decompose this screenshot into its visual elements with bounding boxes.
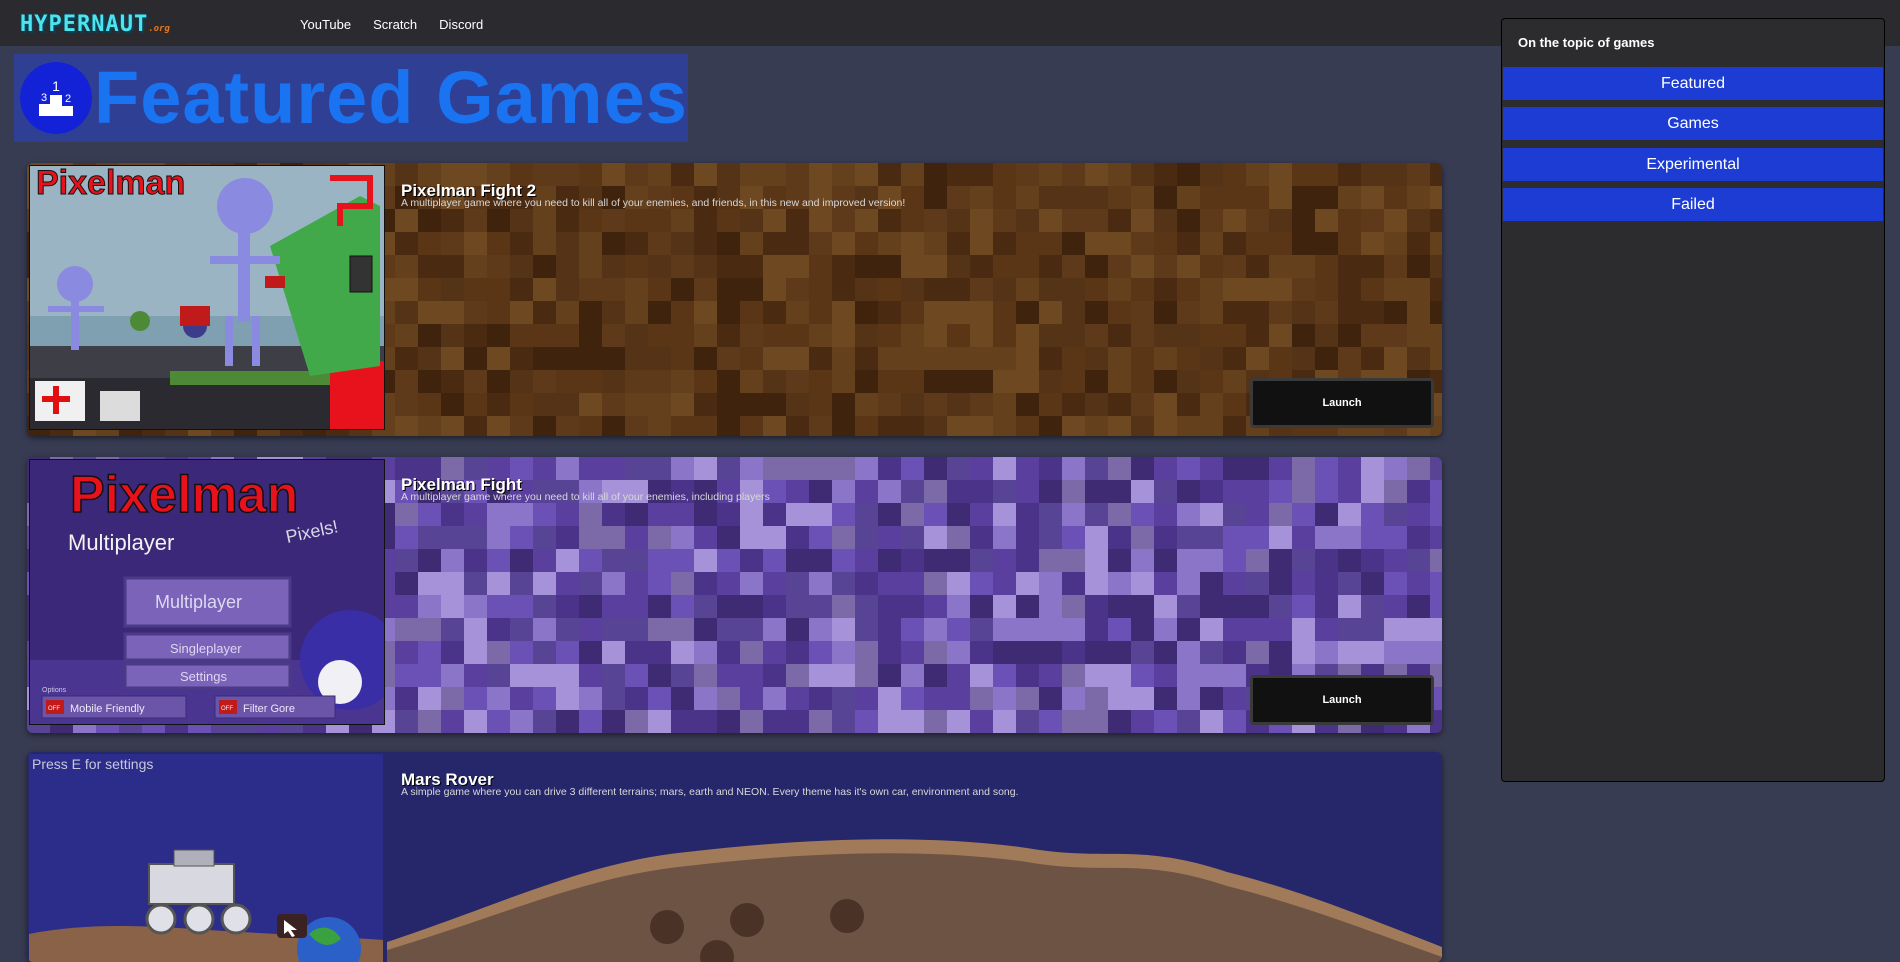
logo-text: HYPERNAUT — [20, 12, 149, 37]
thumbnail-menu-singleplayer: Singleplayer — [170, 641, 242, 656]
sidebar-item-featured[interactable]: Featured — [1503, 67, 1883, 100]
sidebar-item-failed[interactable]: Failed — [1503, 188, 1883, 221]
game-thumbnail-pixelman-fight[interactable]: Pixelman Multiplayer Pixels! Multiplayer… — [29, 459, 385, 725]
nav-link-youtube[interactable]: YouTube — [300, 17, 351, 32]
thumbnail-settings-hint: Press E for settings — [32, 756, 153, 772]
svg-text:3: 3 — [41, 92, 47, 104]
thumbnail-subtitle: Multiplayer — [68, 530, 174, 555]
launch-button[interactable]: Launch — [1250, 675, 1434, 725]
game-description: A multiplayer game where you need to kil… — [401, 197, 906, 209]
sidebar-item-experimental[interactable]: Experimental — [1503, 148, 1883, 181]
thumbnail-logo-text: Pixelman — [36, 166, 185, 202]
thumbnail-toggle-off: OFF — [48, 706, 60, 712]
thumbnail-menu-multiplayer: Multiplayer — [155, 592, 242, 612]
nav-links: YouTube Scratch Discord — [300, 17, 483, 32]
podium-icon: 1 2 3 — [20, 62, 92, 134]
game-description: A simple game where you can drive 3 diff… — [401, 786, 1019, 798]
game-thumbnail-mars-rover[interactable]: Press E for settings — [29, 754, 383, 962]
thumbnail-logo-text: Pixelman — [70, 466, 298, 524]
thumbnail-options-label: Options — [42, 687, 67, 694]
svg-text:1: 1 — [52, 78, 60, 94]
game-description: A multiplayer game where you need to kil… — [401, 491, 770, 503]
page-title: Featured Games — [94, 56, 688, 139]
game-card-pixelman-fight-2: Pixelman Pixelman Fight 2 A multiplayer … — [27, 163, 1442, 436]
launch-button[interactable]: Launch — [1250, 378, 1434, 428]
game-card-mars-rover: Press E for settings Mars Rover A simple… — [27, 752, 1442, 962]
game-card-pixelman-fight: Pixelman Multiplayer Pixels! Multiplayer… — [27, 457, 1442, 733]
featured-header: 1 2 3 Featured Games — [14, 54, 688, 142]
svg-text:2: 2 — [65, 93, 71, 105]
nav-link-scratch[interactable]: Scratch — [373, 17, 417, 32]
site-logo[interactable]: HYPERNAUT.org — [20, 12, 170, 37]
sidebar-item-games[interactable]: Games — [1503, 107, 1883, 140]
sidebar-title: On the topic of games — [1518, 35, 1655, 50]
logo-suffix: .org — [148, 24, 170, 34]
thumbnail-toggle-off: OFF — [221, 706, 233, 712]
thumbnail-menu-settings: Settings — [180, 669, 227, 684]
thumbnail-mobile-label: Mobile Friendly — [70, 703, 145, 715]
nav-link-discord[interactable]: Discord — [439, 17, 483, 32]
thumbnail-filter-label: Filter Gore — [243, 703, 295, 715]
game-thumbnail-pixelman-fight-2[interactable]: Pixelman — [29, 165, 385, 430]
topic-sidebar: On the topic of games Featured Games Exp… — [1501, 18, 1885, 782]
